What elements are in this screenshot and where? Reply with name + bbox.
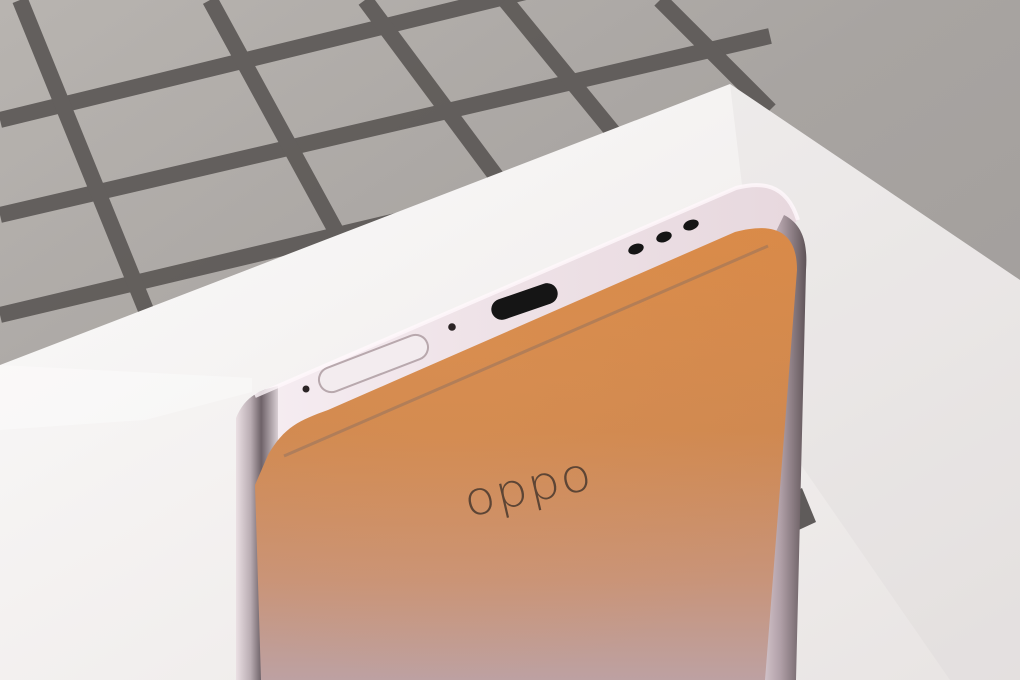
microphone-hole bbox=[448, 323, 456, 331]
sim-eject-hole bbox=[302, 385, 310, 393]
product-photo: oppo bbox=[0, 0, 1020, 680]
